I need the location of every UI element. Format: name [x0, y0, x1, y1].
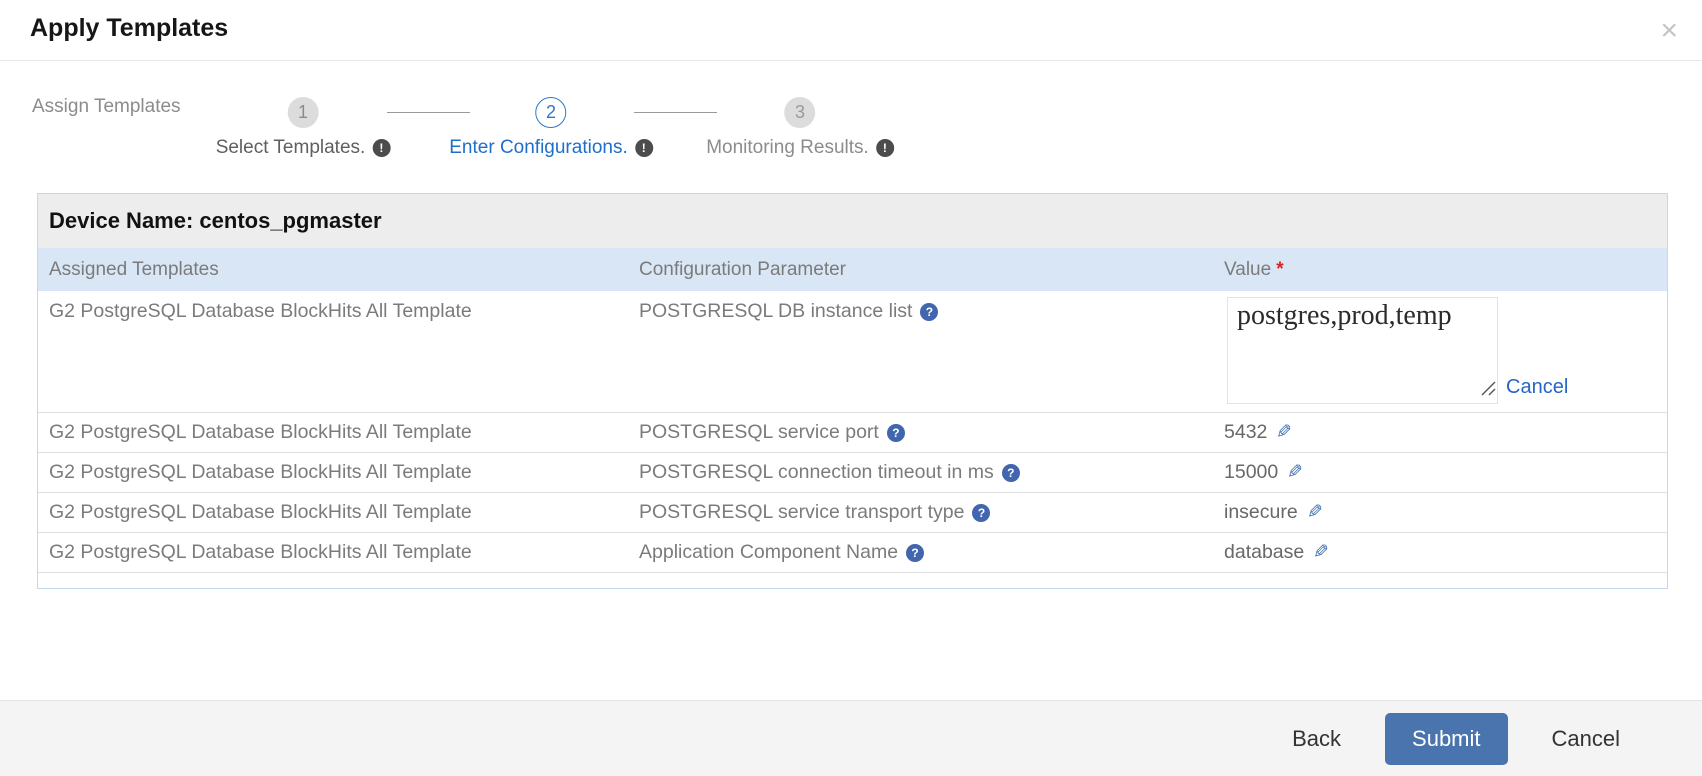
close-icon[interactable]: ×	[1652, 12, 1686, 50]
required-asterisk: *	[1276, 259, 1283, 280]
value-text: 5432	[1224, 421, 1267, 444]
step-1-circle[interactable]: 1	[288, 97, 319, 128]
table-row: G2 PostgreSQL Database BlockHits All Tem…	[38, 493, 1667, 533]
question-icon[interactable]: ?	[906, 544, 924, 562]
back-button[interactable]: Back	[1292, 726, 1341, 752]
assigned-template-cell: G2 PostgreSQL Database BlockHits All Tem…	[38, 421, 628, 444]
value-text: insecure	[1224, 501, 1298, 524]
value-edit-textarea[interactable]: postgres,prod,temp	[1227, 297, 1498, 404]
step-3-label: Monitoring Results.	[706, 137, 869, 159]
value-text: database	[1224, 541, 1304, 564]
parameter-cell: POSTGRESQL DB instance list	[639, 300, 912, 323]
edit-pencil-icon[interactable]: ✎	[1313, 543, 1329, 562]
configuration-table: Device Name: centos_pgmaster Assigned Te…	[37, 193, 1668, 589]
parameter-cell: POSTGRESQL connection timeout in ms	[639, 461, 994, 484]
table-column-header-row: Assigned Templates Configuration Paramet…	[38, 248, 1667, 291]
cancel-button[interactable]: Cancel	[1552, 726, 1620, 752]
question-icon[interactable]: ?	[920, 303, 938, 321]
table-row-empty	[38, 573, 1667, 588]
step-1-label: Select Templates.	[216, 137, 366, 159]
step-2-label: Enter Configurations.	[449, 137, 628, 159]
exclamation-icon[interactable]: !	[372, 139, 390, 157]
exclamation-icon[interactable]: !	[876, 139, 894, 157]
assigned-template-cell: G2 PostgreSQL Database BlockHits All Tem…	[38, 461, 628, 484]
question-icon[interactable]: ?	[887, 424, 905, 442]
parameter-cell: POSTGRESQL service transport type	[639, 501, 964, 524]
wizard-step-monitoring-results[interactable]: 3 Monitoring Results. !	[706, 97, 894, 159]
device-name-header: Device Name: centos_pgmaster	[38, 194, 1667, 248]
edit-pencil-icon[interactable]: ✎	[1287, 463, 1303, 482]
value-text: 15000	[1224, 461, 1278, 484]
assigned-template-cell: G2 PostgreSQL Database BlockHits All Tem…	[38, 291, 628, 412]
step-connector	[634, 112, 717, 113]
column-header-value: Value*	[1213, 259, 1667, 281]
assign-templates-label: Assign Templates	[32, 96, 181, 118]
exclamation-icon[interactable]: !	[635, 139, 653, 157]
table-row: G2 PostgreSQL Database BlockHits All Tem…	[38, 533, 1667, 573]
wizard-step-select-templates[interactable]: 1 Select Templates. !	[216, 97, 391, 159]
edit-pencil-icon[interactable]: ✎	[1307, 503, 1323, 522]
edit-cancel-link[interactable]: Cancel	[1506, 376, 1568, 399]
submit-button[interactable]: Submit	[1385, 713, 1507, 765]
assigned-template-cell: G2 PostgreSQL Database BlockHits All Tem…	[38, 541, 628, 564]
parameter-cell: POSTGRESQL service port	[639, 421, 879, 444]
apply-templates-modal: Apply Templates × Assign Templates 1 Sel…	[0, 0, 1702, 776]
step-3-circle[interactable]: 3	[785, 97, 816, 128]
modal-title: Apply Templates	[30, 14, 228, 43]
step-2-circle[interactable]: 2	[536, 97, 567, 128]
question-icon[interactable]: ?	[972, 504, 990, 522]
column-header-assigned-templates: Assigned Templates	[38, 259, 628, 281]
parameter-cell: Application Component Name	[639, 541, 898, 564]
column-header-configuration-parameter: Configuration Parameter	[628, 259, 1213, 281]
modal-footer: Back Submit Cancel	[0, 700, 1702, 776]
edit-pencil-icon[interactable]: ✎	[1276, 423, 1292, 442]
table-row: G2 PostgreSQL Database BlockHits All Tem…	[38, 453, 1667, 493]
question-icon[interactable]: ?	[1002, 464, 1020, 482]
table-row: G2 PostgreSQL Database BlockHits All Tem…	[38, 413, 1667, 453]
assigned-template-cell: G2 PostgreSQL Database BlockHits All Tem…	[38, 501, 628, 524]
table-row: G2 PostgreSQL Database BlockHits All Tem…	[38, 291, 1667, 413]
modal-header: Apply Templates ×	[0, 0, 1702, 61]
wizard-step-enter-configurations[interactable]: 2 Enter Configurations. !	[449, 97, 653, 159]
resize-handle-icon[interactable]	[1479, 381, 1496, 396]
